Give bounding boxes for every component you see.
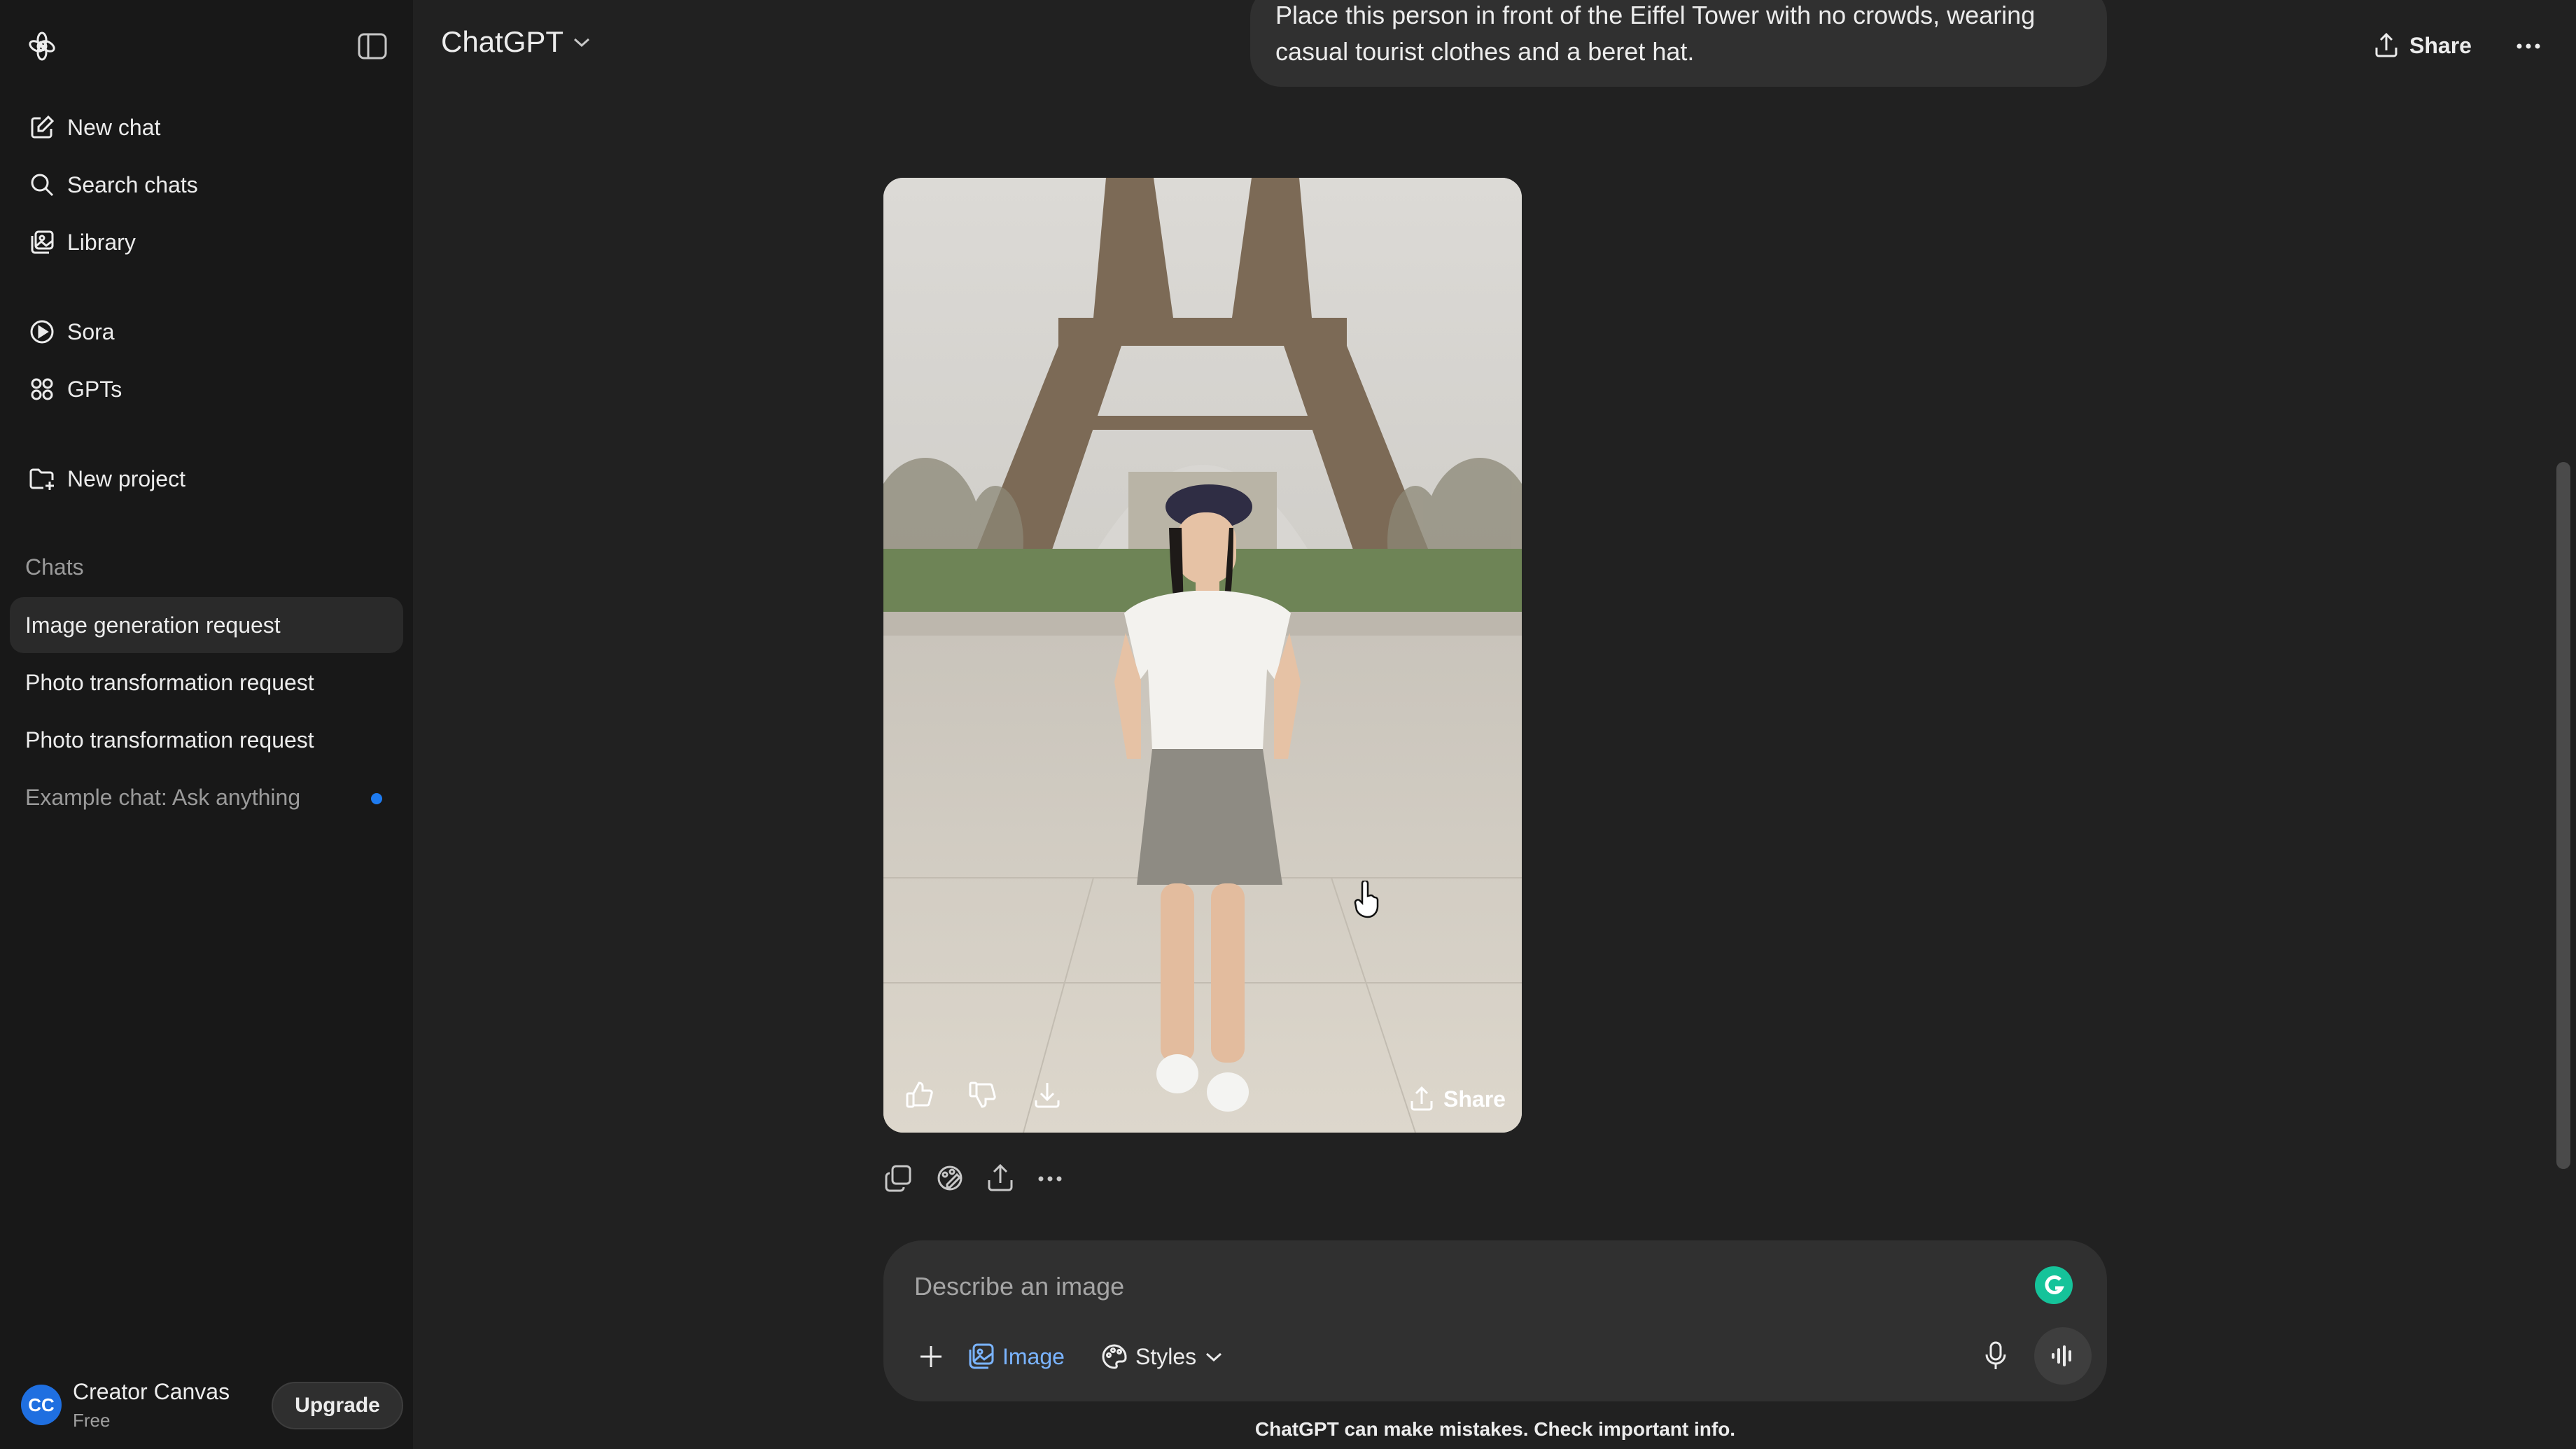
upgrade-button[interactable]: Upgrade [272,1382,403,1429]
grammarly-icon[interactable] [2033,1264,2075,1306]
chat-item-image-generation-request[interactable]: Image generation request [10,597,403,653]
styles-label: Styles [1135,1343,1197,1369]
sidebar-item-label: Library [67,229,136,255]
thumbs-down-icon[interactable] [967,1079,998,1114]
download-icon[interactable] [1032,1079,1063,1114]
user-message-text: Place this person in front of the Eiffel… [1275,1,2036,66]
chat-item-title: Example chat: Ask anything [25,784,301,810]
thumbs-up-icon[interactable] [904,1079,935,1114]
image-share-button[interactable]: Share [1408,1078,1506,1120]
copy-icon[interactable] [883,1163,913,1196]
user-message-bubble: Place this person in front of the Eiffel… [1250,0,2107,87]
unread-dot [371,793,382,804]
sidebar-toggle-icon[interactable] [354,28,391,64]
prompt-input[interactable] [914,1266,1964,1308]
chat-item-photo-transformation-request-2[interactable]: Photo transformation request [10,712,403,768]
sidebar-item-label: New project [67,465,186,491]
edit-image-icon[interactable] [935,1163,965,1196]
generated-image[interactable]: Share [883,178,1522,1133]
sidebar-item-label: New chat [67,114,161,140]
grid-icon [27,374,57,405]
share-icon [1410,1086,1433,1111]
scrollbar[interactable] [2551,0,2576,1449]
avatar: CC [21,1385,62,1425]
composer: Image Styles [883,1240,2107,1401]
search-icon [27,169,57,200]
add-icon[interactable] [911,1337,951,1376]
sidebar-item-new-chat[interactable]: New chat [10,99,403,155]
sidebar-item-search-chats[interactable]: Search chats [10,157,403,213]
sidebar: New chat Search chats Library Sora GPTs [0,0,413,1449]
more-actions-icon[interactable] [1037,1173,1063,1186]
voice-mode-button[interactable] [2034,1327,2092,1385]
chevron-down-icon [1206,1352,1222,1362]
chat-item-photo-transformation-request[interactable]: Photo transformation request [10,654,403,710]
user-plan: Free [73,1410,111,1431]
sidebar-item-sora[interactable]: Sora [10,304,403,360]
folder-plus-icon [27,463,57,494]
play-circle-icon [27,316,57,347]
image-share-label: Share [1443,1086,1506,1112]
user-profile[interactable]: CC Creator Canvas Free Upgrade [20,1378,403,1434]
image-tool-label: Image [1002,1343,1065,1369]
chat-item-title: Photo transformation request [25,669,314,695]
generated-image-artwork [883,178,1522,1133]
chevron-down-icon [572,35,592,49]
palette-icon [1102,1344,1127,1369]
sidebar-item-label: GPTs [67,376,122,402]
share-icon [2375,32,2398,57]
image-icon [969,1343,994,1369]
image-tool-button[interactable]: Image [967,1334,1065,1379]
disclaimer-text: ChatGPT can make mistakes. Check importa… [1254,1418,1736,1440]
user-name: Creator Canvas [73,1379,230,1404]
share-message-icon[interactable] [986,1163,1015,1196]
chats-section-label: Chats [25,554,84,580]
sidebar-item-label: Search chats [67,172,198,197]
chat-item-title: Image generation request [25,612,281,638]
sidebar-item-gpts[interactable]: GPTs [10,361,403,417]
chat-item-title: Photo transformation request [25,727,314,752]
openai-logo-icon[interactable] [24,28,60,64]
chat-item-example-chat[interactable]: Example chat: Ask anything [10,769,403,825]
hand-cursor-icon [1354,879,1382,923]
sidebar-item-new-project[interactable]: New project [10,451,403,507]
chatgpt-app: New chat Search chats Library Sora GPTs [0,0,2576,1449]
model-selector[interactable]: ChatGPT [441,25,592,59]
microphone-icon[interactable] [1975,1336,2016,1376]
sidebar-item-library[interactable]: Library [10,214,403,270]
edit-icon [27,112,57,143]
share-button[interactable]: Share [2373,27,2472,64]
model-name: ChatGPT [441,25,564,58]
more-options-icon[interactable] [2510,28,2547,64]
sidebar-item-label: Sora [67,318,115,344]
share-label: Share [2409,32,2472,58]
scrollbar-thumb[interactable] [2556,462,2570,1169]
styles-dropdown[interactable]: Styles [1100,1334,1230,1379]
waveform-icon [2052,1345,2071,1366]
library-icon [27,227,57,258]
